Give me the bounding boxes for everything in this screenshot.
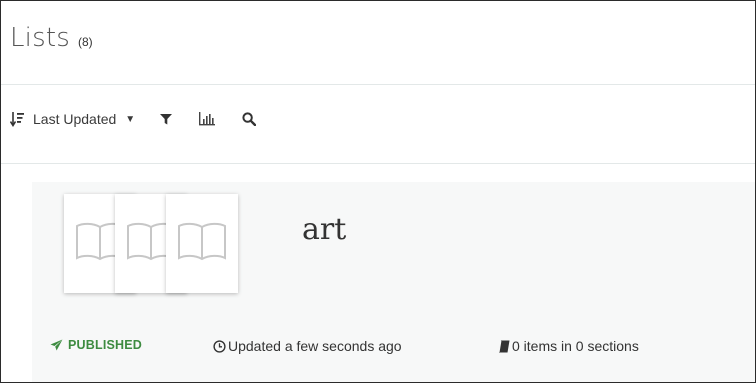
book-icon (498, 340, 510, 353)
clock-icon (213, 339, 226, 353)
list-item[interactable]: art PUBLISHED Updated a few seconds ago (32, 182, 755, 382)
updated-text: Updated a few seconds ago (228, 338, 402, 354)
toolbar-divider (1, 163, 755, 164)
page-title: Lists (10, 23, 70, 53)
list-count: (8) (78, 35, 93, 49)
filter-icon[interactable] (160, 113, 173, 125)
updated-timestamp: Updated a few seconds ago (213, 338, 402, 354)
sort-descending-icon[interactable] (10, 111, 25, 127)
sort-dropdown[interactable]: Last Updated (33, 111, 116, 127)
list-thumbnail[interactable] (166, 194, 238, 293)
paper-plane-icon (50, 339, 63, 351)
lists-page: Lists (8) Last Updated ▼ art PUBLISHED U… (0, 0, 756, 383)
items-summary-text: 0 items in 0 sections (512, 338, 639, 354)
status-label: PUBLISHED (68, 338, 143, 352)
bar-chart-icon[interactable] (198, 111, 216, 127)
caret-down-icon[interactable]: ▼ (125, 114, 135, 125)
header-divider (1, 84, 755, 85)
open-book-icon (175, 220, 229, 267)
page-header: Lists (8) (10, 23, 93, 53)
toolbar: Last Updated ▼ (10, 108, 257, 130)
items-summary: 0 items in 0 sections (498, 338, 639, 354)
search-icon[interactable] (242, 112, 257, 126)
list-title[interactable]: art (302, 212, 346, 247)
status-badge: PUBLISHED (50, 338, 142, 352)
